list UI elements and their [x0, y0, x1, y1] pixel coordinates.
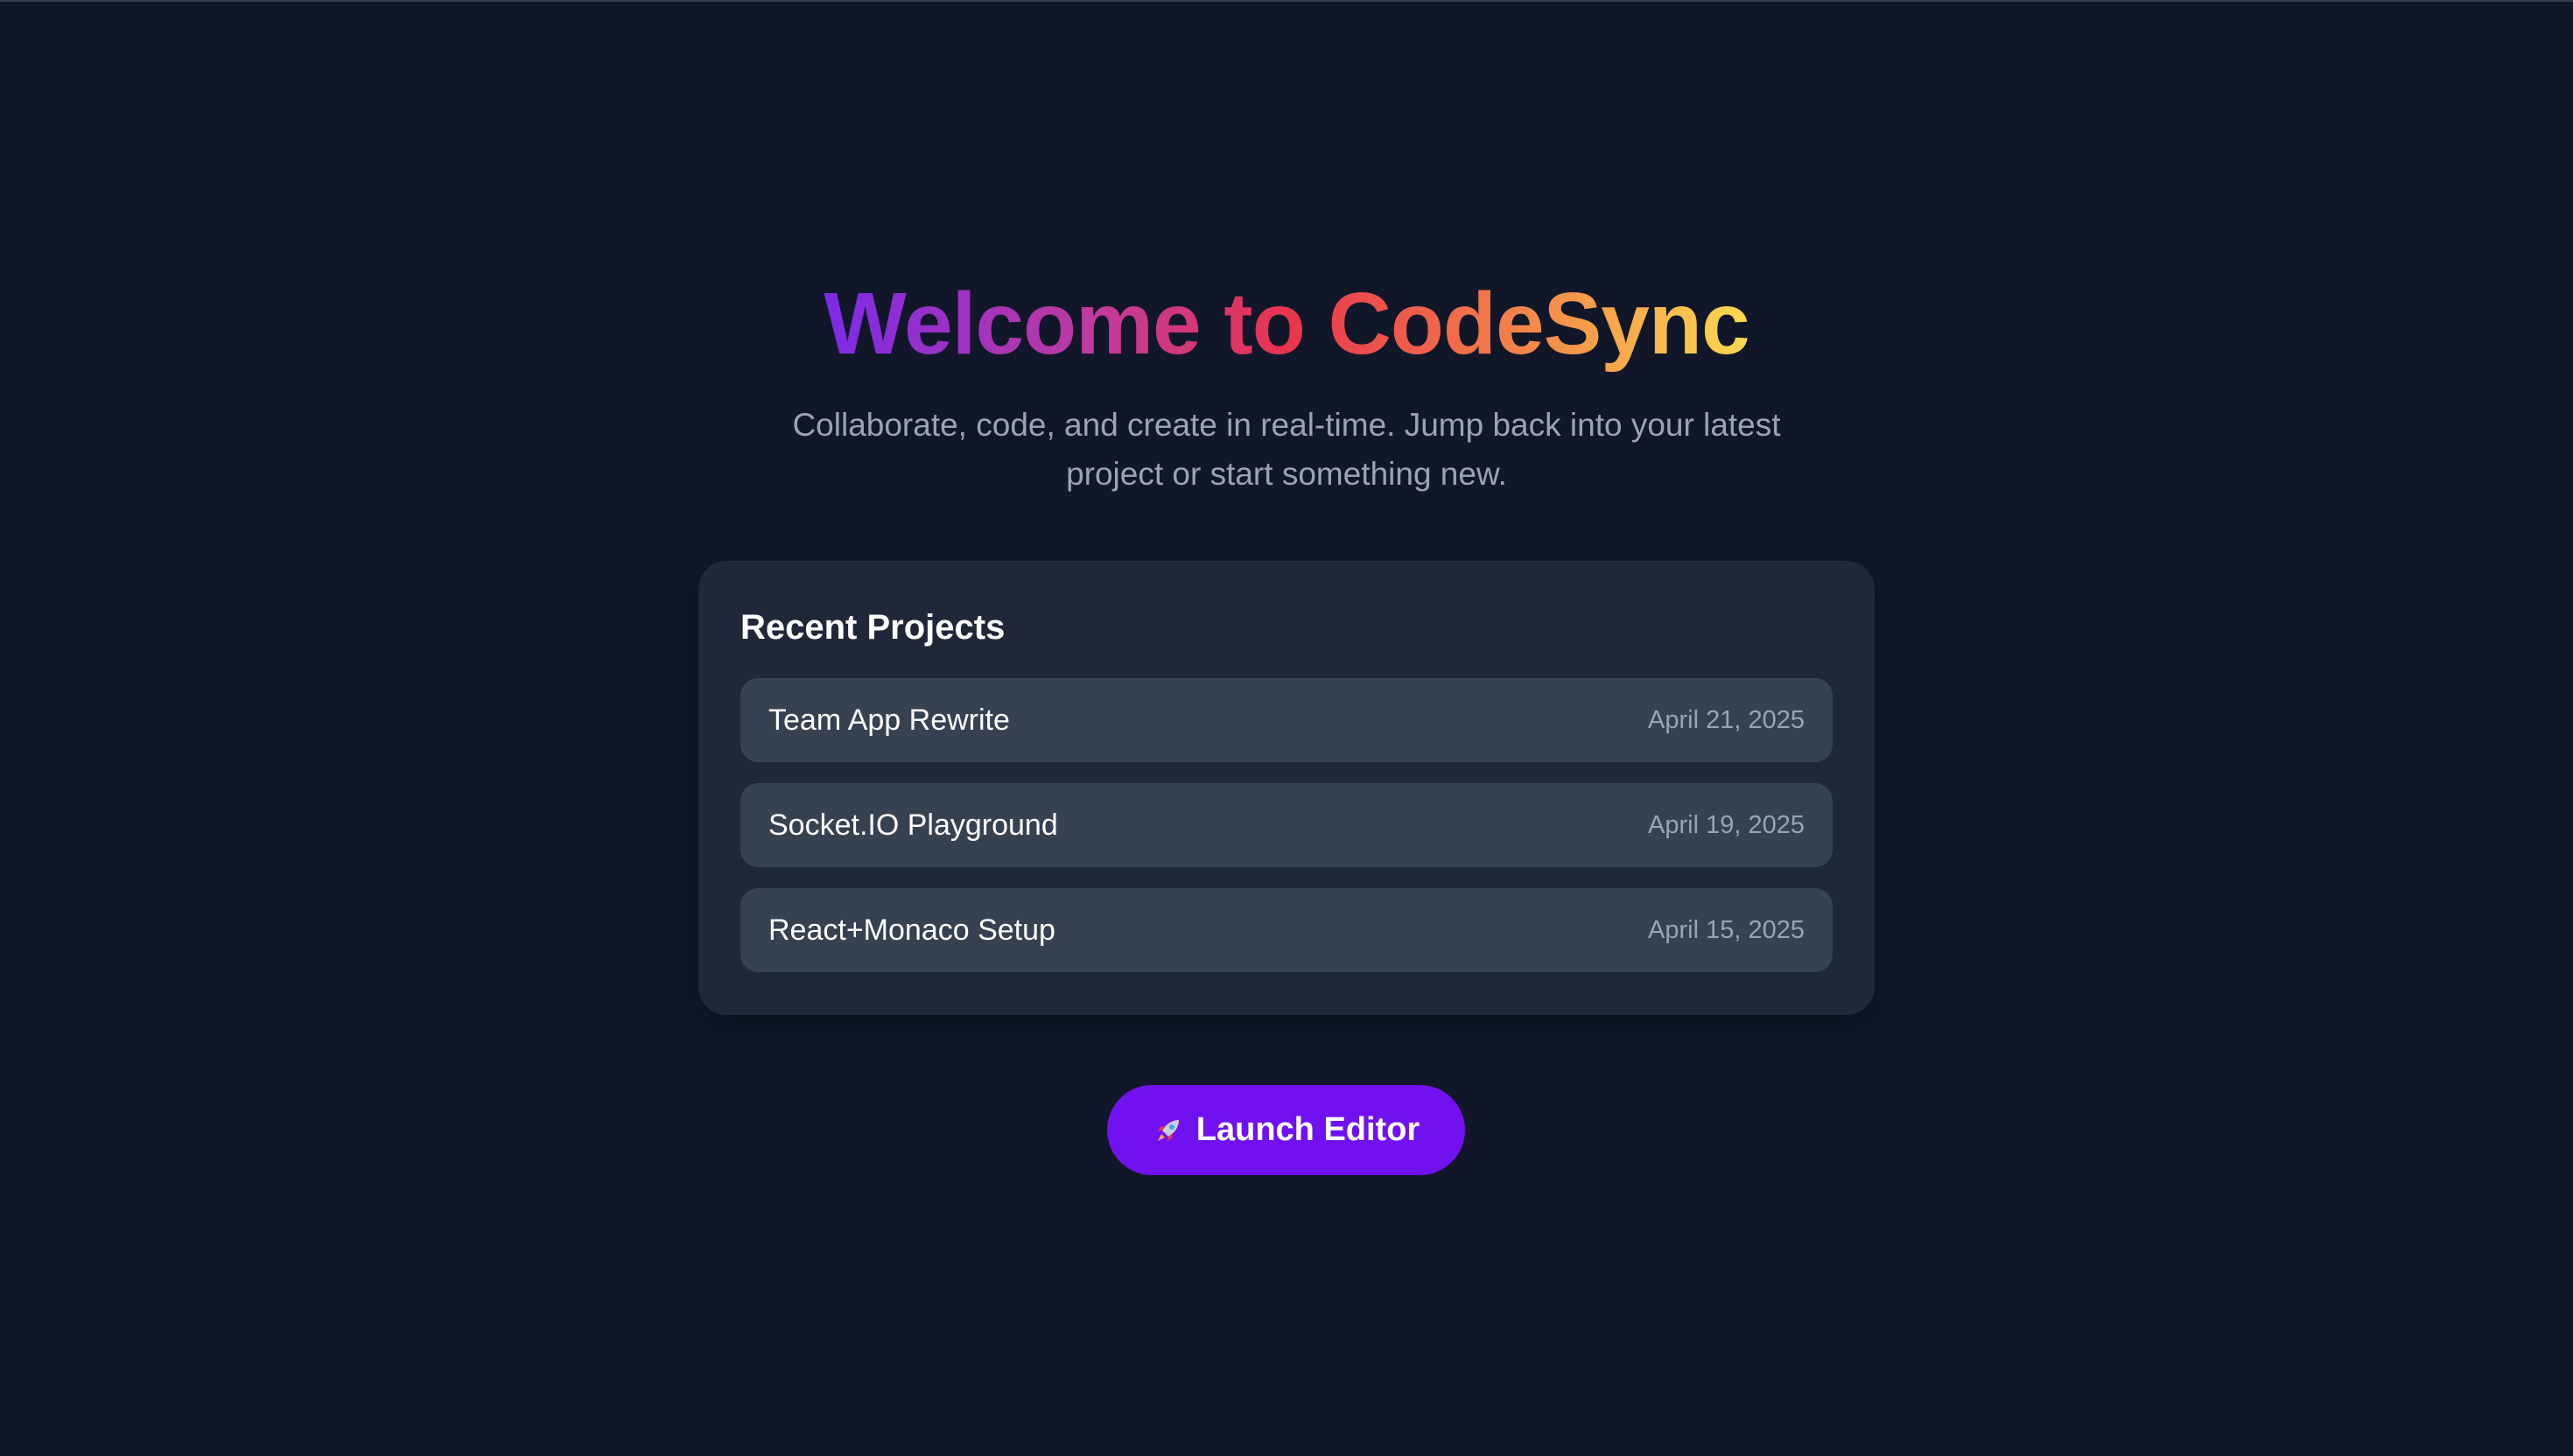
project-name: Team App Rewrite — [768, 703, 1010, 737]
project-row-socketio-playground[interactable]: Socket.IO Playground April 19, 2025 — [740, 783, 1833, 867]
launch-editor-button[interactable]: Launch Editor — [1107, 1085, 1465, 1175]
recent-projects-list: Team App Rewrite April 21, 2025 Socket.I… — [740, 678, 1833, 972]
project-row-react-monaco-setup[interactable]: React+Monaco Setup April 15, 2025 — [740, 888, 1833, 972]
page-subtitle: Collaborate, code, and create in real-ti… — [792, 407, 1781, 492]
project-date: April 15, 2025 — [1648, 915, 1805, 944]
rocket-icon — [1153, 1115, 1184, 1146]
project-date: April 21, 2025 — [1648, 705, 1805, 734]
recent-projects-card: Recent Projects Team App Rewrite April 2… — [698, 561, 1875, 1015]
project-name: Socket.IO Playground — [768, 808, 1058, 842]
hero-section: Welcome to CodeSync Collaborate, code, a… — [0, 271, 2573, 499]
project-row-team-app-rewrite[interactable]: Team App Rewrite April 21, 2025 — [740, 678, 1833, 762]
window-top-border — [0, 0, 2573, 2]
page-title: Welcome to CodeSync — [824, 271, 1749, 376]
launch-editor-label: Launch Editor — [1195, 1111, 1420, 1148]
recent-projects-heading: Recent Projects — [740, 608, 1006, 647]
project-date: April 19, 2025 — [1648, 810, 1805, 839]
project-name: React+Monaco Setup — [768, 913, 1055, 947]
